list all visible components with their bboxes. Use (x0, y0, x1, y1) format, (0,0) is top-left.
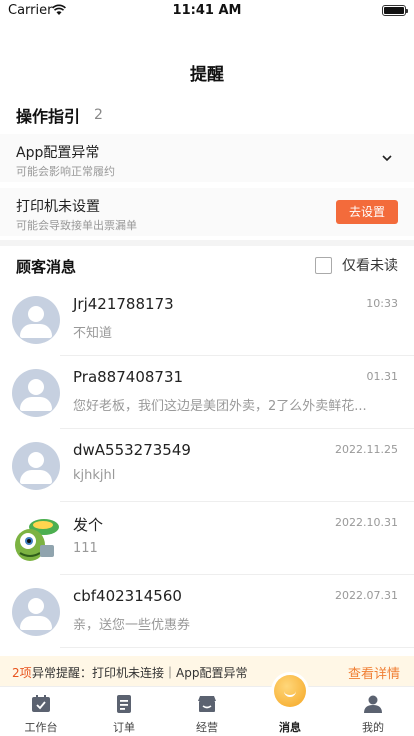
status-bar: Carrier 11:41 AM (0, 0, 414, 22)
message-row[interactable]: cbf402314560 亲，送您一些优惠券 2022.07.31 (0, 576, 414, 648)
message-sender: Jrj421788173 (73, 295, 174, 313)
guide-item-title: App配置异常 (16, 145, 100, 161)
tab-business[interactable]: 经营 (166, 687, 248, 736)
message-time: 2022.11.25 (335, 443, 398, 456)
message-preview: 亲，送您一些优惠券 (73, 618, 191, 633)
messages-title: 顾客消息 (16, 258, 77, 276)
avatar (12, 588, 60, 636)
guide-item-app-config[interactable]: App配置异常 可能会影响正常履约 (0, 134, 414, 182)
section-divider (0, 240, 414, 246)
order-icon (117, 695, 131, 713)
message-row[interactable]: dwA553273549 kjhkjhl 2022.11.25 (0, 430, 414, 502)
tab-messages[interactable]: 消息 (249, 675, 331, 736)
tab-label: 订单 (113, 721, 135, 734)
message-time: 10:33 (366, 297, 398, 310)
tab-label: 工作台 (24, 721, 58, 734)
message-sender: dwA553273549 (73, 441, 191, 459)
unread-checkbox[interactable] (315, 256, 332, 274)
message-preview: 不知道 (73, 326, 113, 341)
guide-count: 2 (94, 107, 103, 123)
business-icon (198, 696, 216, 712)
profile-icon (364, 695, 382, 713)
go-setup-button[interactable]: 去设置 (336, 200, 398, 224)
message-time: 01.31 (366, 370, 399, 383)
message-preview: 111 (73, 541, 98, 556)
view-details-link[interactable]: 查看详情 (348, 663, 400, 682)
alert-text: 异常提醒：打印机未连接｜App配置异常 (32, 666, 248, 680)
row-divider (60, 501, 414, 502)
guide-item-title: 打印机未设置 (16, 199, 100, 215)
alert-bar[interactable]: 2项 异常提醒：打印机未连接｜App配置异常 查看详情 (0, 656, 414, 686)
row-divider (60, 574, 414, 575)
tab-workbench[interactable]: 工作台 (0, 687, 82, 736)
message-sender: cbf402314560 (73, 587, 182, 605)
message-sender: Pra887408731 (73, 368, 184, 386)
message-time: 2022.10.31 (335, 516, 398, 529)
guide-header: 操作指引 2 (16, 104, 103, 126)
row-divider (60, 355, 414, 356)
tab-label: 我的 (362, 721, 384, 734)
avatar (12, 369, 60, 417)
mascot-avatar (15, 519, 59, 561)
message-sender: 发个 (73, 516, 104, 534)
message-row[interactable]: Pra887408731 您好老板，我们这边是美团外卖，2了么外卖鲜花... 0… (0, 357, 414, 429)
guide-item-subtitle: 可能会影响正常履约 (16, 165, 115, 178)
row-divider (60, 647, 414, 648)
tab-profile[interactable]: 我的 (332, 687, 414, 736)
guide-item-subtitle: 可能会导致接单出票漏单 (16, 219, 137, 232)
tab-bar: 工作台 订单 经营 消息 我的 (0, 675, 414, 736)
alert-count: 2项 (12, 666, 32, 680)
tab-orders[interactable]: 订单 (83, 687, 165, 736)
battery-icon (382, 5, 408, 16)
chevron-down-icon[interactable] (382, 153, 392, 163)
message-row[interactable]: 发个 111 2022.10.31 (0, 503, 414, 575)
message-row[interactable]: Jrj421788173 不知道 10:33 (0, 284, 414, 356)
guide-title: 操作指引 (16, 107, 81, 126)
tab-label: 经营 (196, 721, 218, 734)
clock: 11:41 AM (172, 3, 242, 18)
tab-label: 消息 (279, 721, 301, 734)
message-icon (274, 675, 306, 707)
unread-only-filter[interactable]: 仅看未读 (315, 255, 398, 275)
avatar (12, 296, 60, 344)
workbench-icon (32, 695, 50, 712)
message-preview: 您好老板，我们这边是美团外卖，2了么外卖鲜花... (73, 399, 367, 414)
row-divider (60, 428, 414, 429)
page-title: 提醒 (190, 65, 224, 85)
guide-item-printer: 打印机未设置 可能会导致接单出票漏单 去设置 (0, 188, 414, 236)
message-time: 2022.07.31 (335, 589, 398, 602)
message-preview: kjhkjhl (73, 468, 116, 483)
unread-filter-label: 仅看未读 (342, 258, 398, 274)
avatar (12, 442, 60, 490)
